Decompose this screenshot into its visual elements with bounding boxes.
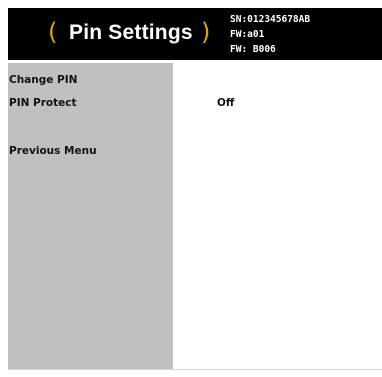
page-title: Pin Settings — [69, 21, 193, 44]
device-info: SN:012345678AB FW:a01 FW: B006 — [230, 12, 310, 57]
settings-values-panel: Off — [173, 63, 382, 369]
header-bar: ( Pin Settings ) SN:012345678AB FW:a01 F… — [8, 8, 382, 60]
serial-number: SN:012345678AB — [230, 14, 311, 25]
menu-sidebar: Change PIN PIN Protect Previous Menu — [8, 63, 173, 369]
pin-protect-value[interactable]: Off — [217, 95, 234, 111]
osd-screen: ( Pin Settings ) SN:012345678AB FW:a01 F… — [8, 8, 382, 370]
bottom-divider — [8, 369, 382, 370]
title-bracket-right: ) — [201, 18, 211, 46]
menu-item-previous-menu[interactable]: Previous Menu — [9, 143, 97, 159]
firmware-version-1: FW:a01 — [230, 29, 265, 40]
firmware-version-2: FW: B006 — [230, 44, 276, 55]
title-bracket-left: ( — [48, 18, 58, 46]
menu-item-change-pin[interactable]: Change PIN — [9, 72, 77, 88]
menu-item-pin-protect[interactable]: PIN Protect — [9, 95, 77, 111]
